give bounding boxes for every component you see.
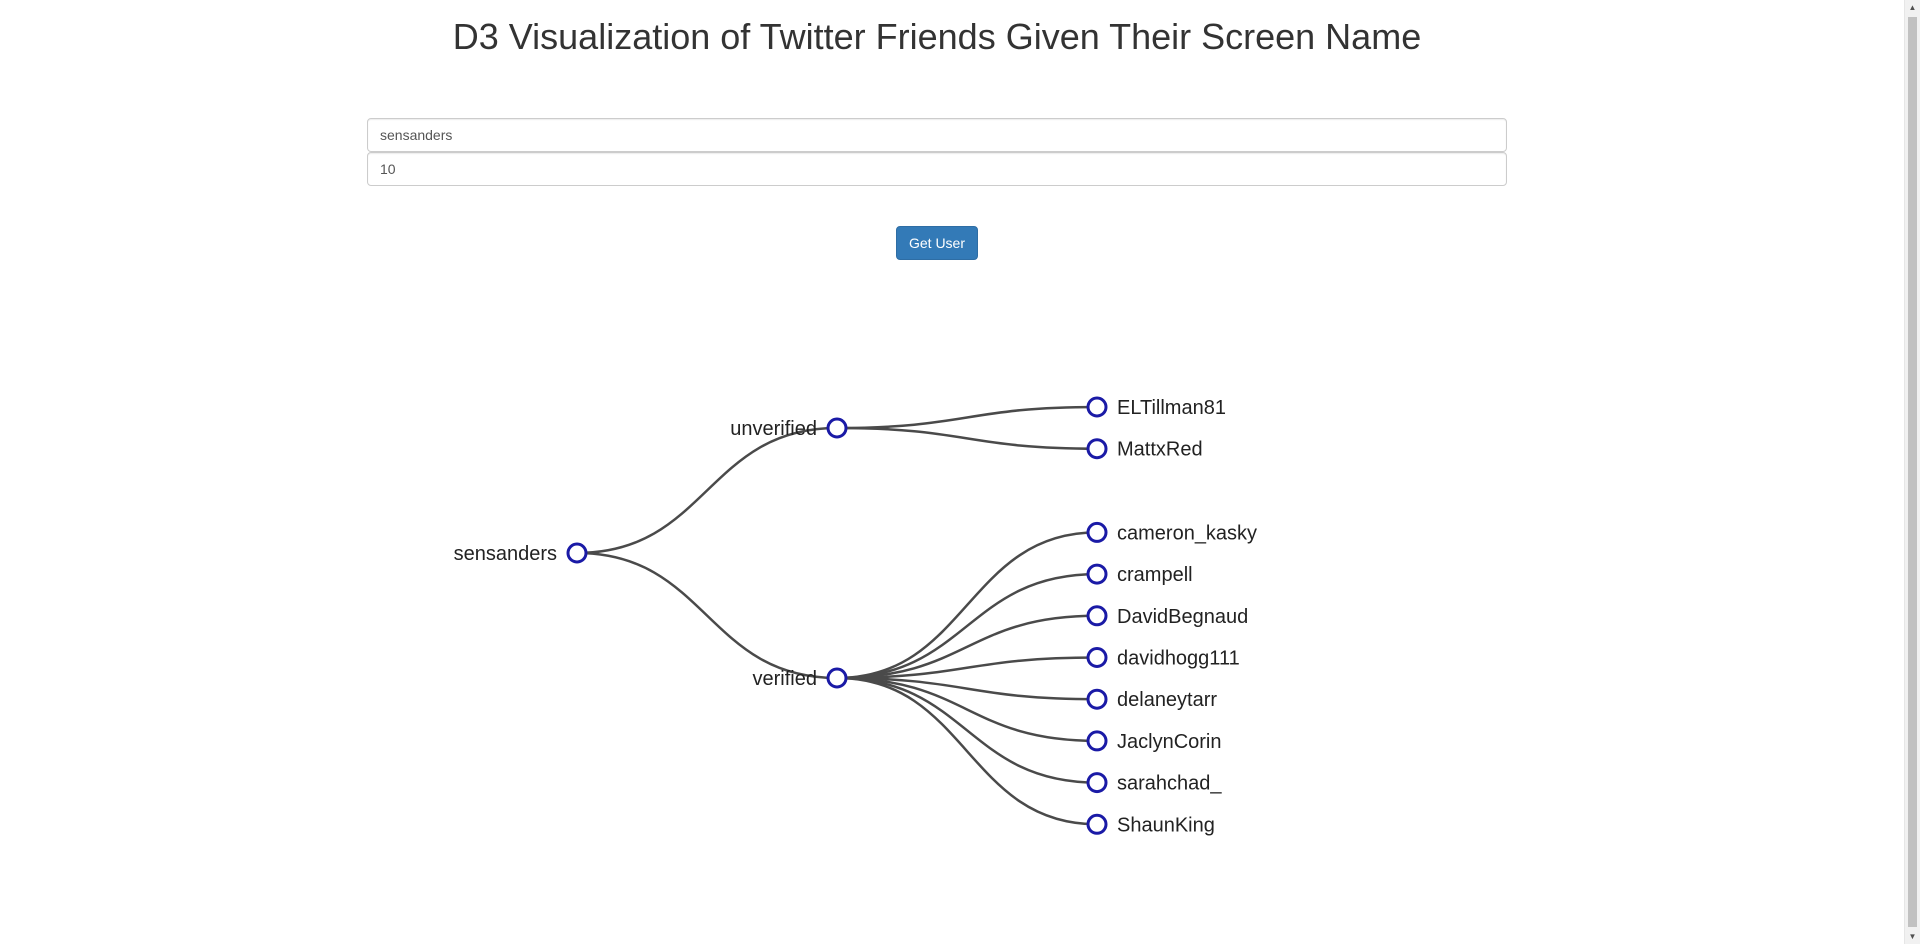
- root-node[interactable]: sensanders: [454, 542, 588, 565]
- node-circle[interactable]: [826, 667, 848, 689]
- tree-link: [576, 551, 838, 680]
- node-label: davidhogg111: [1117, 648, 1240, 670]
- tree-link: [836, 572, 1098, 680]
- page: D3 Visualization of Twitter Friends Give…: [0, 0, 1904, 944]
- friend-node[interactable]: ShaunKing: [1086, 813, 1215, 836]
- node-circle[interactable]: [1086, 647, 1108, 668]
- node-label: ELTillman81: [1117, 397, 1226, 419]
- friend-count-input[interactable]: [367, 152, 1507, 186]
- scroll-up-arrow-icon[interactable]: ▲: [1905, 0, 1920, 15]
- friend-node[interactable]: DavidBegnaud: [1086, 605, 1248, 628]
- node-circle[interactable]: [1086, 396, 1108, 418]
- node-circle[interactable]: [1086, 521, 1108, 543]
- node-circle[interactable]: [1086, 605, 1108, 627]
- node-circle[interactable]: [1086, 563, 1108, 585]
- group-node-unverified[interactable]: unverified: [730, 417, 848, 440]
- node-circle[interactable]: [1086, 688, 1108, 710]
- node-label: crampell: [1117, 564, 1193, 586]
- node-label: sensanders: [454, 543, 557, 565]
- friend-node[interactable]: sarahchad_: [1086, 772, 1222, 795]
- scrollbar-thumb[interactable]: [1908, 17, 1917, 927]
- scroll-down-arrow-icon[interactable]: ▼: [1905, 929, 1920, 944]
- node-label: cameron_kasky: [1117, 522, 1257, 544]
- tree-link: [836, 676, 1098, 743]
- node-label: sarahchad_: [1117, 773, 1222, 795]
- node-circle[interactable]: [1086, 730, 1108, 752]
- node-label: JaclynCorin: [1117, 731, 1221, 753]
- node-circle[interactable]: [1086, 438, 1108, 460]
- tree-link: [836, 531, 1098, 680]
- tree-link: [576, 426, 838, 555]
- node-label: verified: [753, 668, 817, 690]
- tree-link: [836, 676, 1098, 826]
- tree-link: [836, 676, 1098, 701]
- friend-node[interactable]: delaneytarr: [1086, 688, 1217, 711]
- node-label: unverified: [730, 418, 817, 440]
- get-user-button[interactable]: Get User: [896, 226, 978, 260]
- tree-link: [836, 676, 1098, 784]
- screen-name-input[interactable]: [367, 118, 1507, 152]
- node-label: ShaunKing: [1117, 814, 1215, 836]
- tree-link: [836, 405, 1098, 430]
- node-label: MattxRed: [1117, 439, 1203, 461]
- friend-node[interactable]: JaclynCorin: [1086, 730, 1221, 753]
- friend-node[interactable]: crampell: [1086, 563, 1193, 586]
- tree-link: [836, 426, 1098, 450]
- friend-node[interactable]: cameron_kasky: [1086, 521, 1257, 544]
- node-circle[interactable]: [1086, 772, 1108, 794]
- friend-node[interactable]: ELTillman81: [1086, 396, 1226, 419]
- page-title: D3 Visualization of Twitter Friends Give…: [452, 16, 1422, 57]
- node-circle[interactable]: [826, 417, 848, 439]
- vertical-scrollbar[interactable]: ▲ ▼: [1904, 0, 1920, 944]
- node-circle[interactable]: [1086, 813, 1108, 835]
- tree-link: [836, 614, 1098, 680]
- node-label: DavidBegnaud: [1117, 606, 1248, 628]
- node-label: delaneytarr: [1117, 689, 1217, 711]
- friend-node[interactable]: MattxRed: [1086, 438, 1203, 461]
- group-node-verified[interactable]: verified: [753, 667, 848, 690]
- node-circle[interactable]: [566, 542, 588, 564]
- tree-link: [836, 656, 1098, 680]
- friend-node[interactable]: davidhogg111: [1086, 647, 1240, 670]
